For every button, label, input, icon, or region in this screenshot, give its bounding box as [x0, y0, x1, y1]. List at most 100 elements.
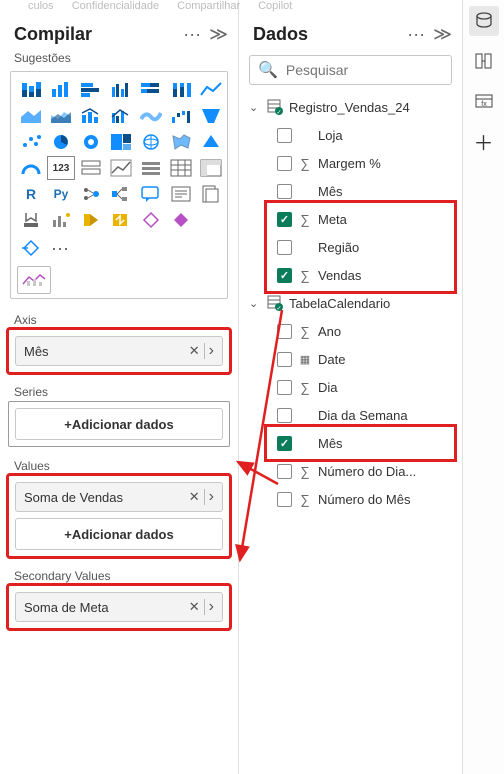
- clustered-col-icon[interactable]: [107, 78, 135, 102]
- expand-icon[interactable]: ≫: [433, 24, 452, 45]
- donut-icon[interactable]: [77, 130, 105, 154]
- area2-icon[interactable]: [47, 104, 75, 128]
- field-row[interactable]: ▦Date: [247, 345, 458, 373]
- values-well[interactable]: Soma de Vendas ✕ › +Adicionar dados: [8, 475, 230, 557]
- area-icon[interactable]: [17, 104, 45, 128]
- chevron-down-icon[interactable]: ⌄: [249, 297, 261, 310]
- matrix-icon[interactable]: [197, 156, 225, 180]
- map-icon[interactable]: [137, 130, 165, 154]
- scatter-icon[interactable]: [17, 130, 45, 154]
- paginated-icon[interactable]: [197, 182, 225, 206]
- field-row[interactable]: Região: [269, 233, 452, 261]
- funnel-icon[interactable]: [197, 104, 225, 128]
- fields-tree: ⌄ ✓ Registro_Vendas_24 Loja ∑Margem % Mê…: [239, 91, 462, 513]
- custom1-icon[interactable]: [137, 208, 165, 232]
- dax-view-icon[interactable]: fx: [469, 86, 499, 116]
- combo1-icon[interactable]: [77, 104, 105, 128]
- add-data-button[interactable]: +Adicionar dados: [15, 518, 223, 550]
- treemap-icon[interactable]: [107, 130, 135, 154]
- more-icon[interactable]: ···: [407, 24, 425, 45]
- checkbox[interactable]: [277, 240, 292, 255]
- secondary-field-pill[interactable]: Soma de Meta ✕ ›: [15, 592, 223, 622]
- checkbox[interactable]: [277, 156, 292, 171]
- field-row[interactable]: ∑Número do Mês: [247, 485, 458, 513]
- more-icon[interactable]: ···: [183, 24, 201, 45]
- narrative-icon[interactable]: [167, 182, 195, 206]
- checkbox[interactable]: [277, 380, 292, 395]
- checkbox[interactable]: ✓: [277, 268, 292, 283]
- model-view-icon[interactable]: [469, 46, 499, 76]
- field-row[interactable]: Dia da Semana: [247, 401, 458, 429]
- py-visual-icon[interactable]: Py: [47, 182, 75, 206]
- expand-icon[interactable]: ≫: [209, 24, 228, 45]
- stacked-bar2-icon[interactable]: [137, 78, 165, 102]
- search-input[interactable]: [284, 61, 469, 79]
- pie-icon[interactable]: [47, 130, 75, 154]
- checkbox[interactable]: [277, 492, 292, 507]
- automate-icon[interactable]: [107, 208, 135, 232]
- clustered-bar-icon[interactable]: [77, 78, 105, 102]
- axis-well[interactable]: Mês ✕ ›: [8, 329, 230, 373]
- checkbox[interactable]: [277, 464, 292, 479]
- sparkline-icon[interactable]: [47, 208, 75, 232]
- custom2-icon[interactable]: [167, 208, 195, 232]
- remove-icon[interactable]: ✕: [189, 599, 200, 615]
- table-icon[interactable]: [167, 156, 195, 180]
- field-row[interactable]: ∑Margem %: [247, 149, 458, 177]
- checkbox[interactable]: [277, 408, 292, 423]
- remove-icon[interactable]: ✕: [189, 343, 200, 359]
- multirow-icon[interactable]: [77, 156, 105, 180]
- chevron-down-icon[interactable]: ⌄: [249, 101, 261, 114]
- stacked-col-icon[interactable]: [47, 78, 75, 102]
- remove-icon[interactable]: ✕: [189, 489, 200, 505]
- ribbon-icon[interactable]: [137, 104, 165, 128]
- azure-map-icon[interactable]: [197, 130, 225, 154]
- field-row[interactable]: ✓Mês: [269, 429, 452, 457]
- stacked-col2-icon[interactable]: [167, 78, 195, 102]
- filled-map-icon[interactable]: [167, 130, 195, 154]
- field-row[interactable]: ∑Ano: [247, 317, 458, 345]
- table-node[interactable]: ⌄ ✓ TabelaCalendario: [247, 289, 458, 317]
- key-influencer-icon[interactable]: [77, 182, 105, 206]
- gauge-icon[interactable]: [17, 156, 45, 180]
- selected-viz-thumb[interactable]: [17, 266, 51, 294]
- table-node[interactable]: ⌄ ✓ Registro_Vendas_24: [247, 93, 458, 121]
- checkbox[interactable]: [277, 324, 292, 339]
- checkbox[interactable]: [277, 184, 292, 199]
- waterfall-icon[interactable]: [167, 104, 195, 128]
- field-row[interactable]: ∑Número do Dia...: [247, 457, 458, 485]
- qa-icon[interactable]: [137, 182, 165, 206]
- more-icon[interactable]: ···: [51, 238, 69, 259]
- powerapps-icon[interactable]: [77, 208, 105, 232]
- series-well[interactable]: +Adicionar dados: [8, 401, 230, 447]
- checkbox[interactable]: [277, 128, 292, 143]
- stacked-bar-icon[interactable]: [17, 78, 45, 102]
- field-row[interactable]: Mês: [247, 177, 458, 205]
- line-icon[interactable]: [197, 78, 225, 102]
- add-data-button[interactable]: +Adicionar dados: [15, 408, 223, 440]
- get-more-icon[interactable]: [17, 236, 45, 260]
- kpi-icon[interactable]: [107, 156, 135, 180]
- expand-icon[interactable]: ›: [209, 342, 214, 360]
- checkbox[interactable]: ✓: [277, 212, 292, 227]
- combo2-icon[interactable]: [107, 104, 135, 128]
- checkbox[interactable]: ✓: [277, 436, 292, 451]
- field-row[interactable]: Loja: [247, 121, 458, 149]
- decomp-icon[interactable]: [107, 182, 135, 206]
- expand-icon[interactable]: ›: [209, 488, 214, 506]
- card-icon[interactable]: 123: [47, 156, 75, 180]
- axis-field-pill[interactable]: Mês ✕ ›: [15, 336, 223, 366]
- r-visual-icon[interactable]: R: [17, 182, 45, 206]
- goals-icon[interactable]: [17, 208, 45, 232]
- search-box[interactable]: 🔍: [249, 55, 452, 85]
- field-row[interactable]: ∑Dia: [247, 373, 458, 401]
- add-icon[interactable]: ＋: [469, 126, 499, 156]
- data-view-icon[interactable]: [469, 6, 499, 36]
- values-field-pill[interactable]: Soma de Vendas ✕ ›: [15, 482, 223, 512]
- expand-icon[interactable]: ›: [209, 598, 214, 616]
- field-row[interactable]: ✓∑Meta: [269, 205, 452, 233]
- slicer-icon[interactable]: [137, 156, 165, 180]
- checkbox[interactable]: [277, 352, 292, 367]
- secondary-well[interactable]: Soma de Meta ✕ ›: [8, 585, 230, 629]
- field-row[interactable]: ✓∑Vendas: [269, 261, 452, 289]
